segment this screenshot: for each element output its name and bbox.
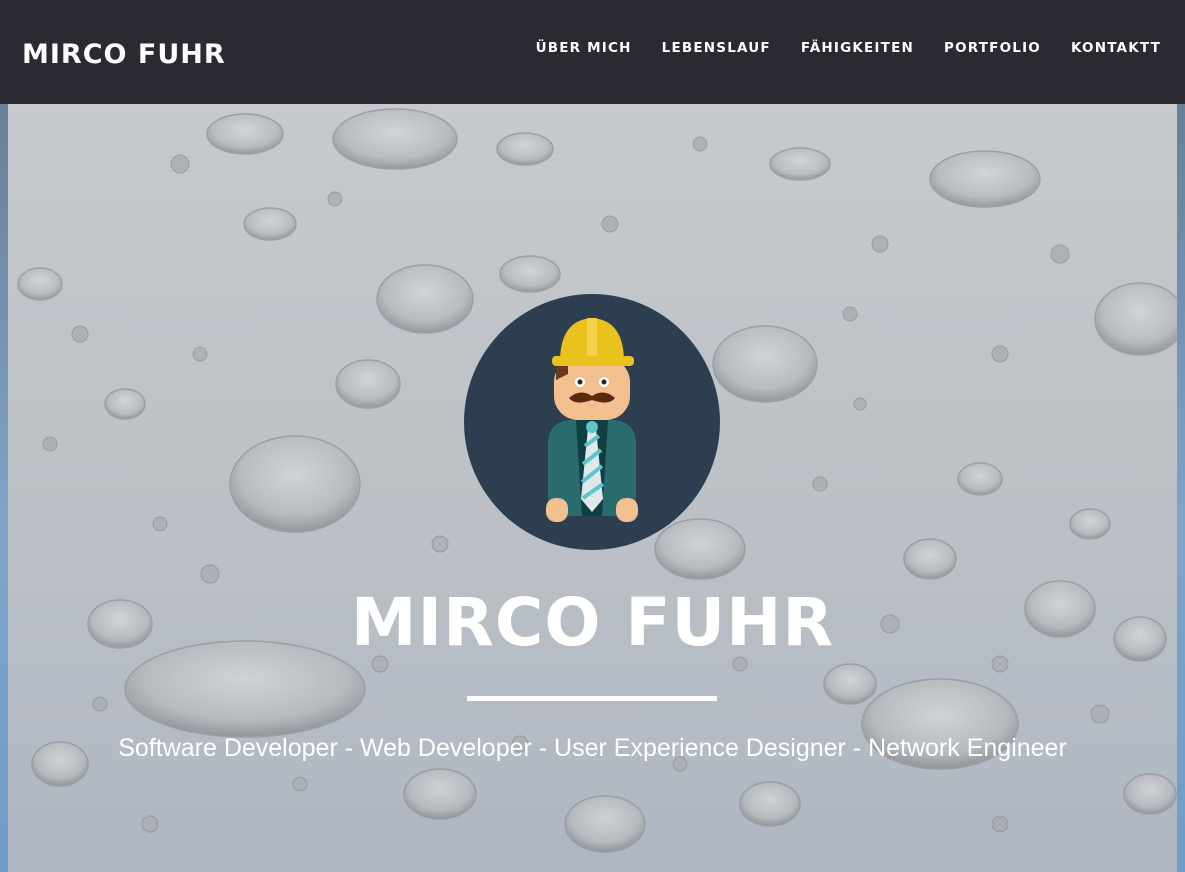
brand-logo-link[interactable]: MIRCO FUHR xyxy=(22,39,226,70)
main-nav: ÜBER MICH LEBENSLAUF FÄHIGKEITEN PORTFOL… xyxy=(521,40,1161,56)
nav-item-ueber-mich[interactable]: ÜBER MICH xyxy=(521,40,647,56)
avatar xyxy=(464,294,720,550)
navbar: MIRCO FUHR ÜBER MICH LEBENSLAUF FÄHIGKEI… xyxy=(0,0,1185,104)
hero-subtitle: Software Developer - Web Developer - Use… xyxy=(118,734,1067,762)
title-divider xyxy=(467,696,717,701)
nav-item-kontakt[interactable]: KONTAKTT xyxy=(1056,40,1161,56)
nav-item-faehigkeiten[interactable]: FÄHIGKEITEN xyxy=(786,40,929,56)
hero-section: MIRCO FUHR Software Developer - Web Deve… xyxy=(0,104,1185,872)
hero-title: MIRCO FUHR xyxy=(350,584,835,661)
nav-item-portfolio[interactable]: PORTFOLIO xyxy=(929,40,1056,56)
construction-worker-avatar-icon xyxy=(464,294,720,550)
nav-item-lebenslauf[interactable]: LEBENSLAUF xyxy=(647,40,786,56)
